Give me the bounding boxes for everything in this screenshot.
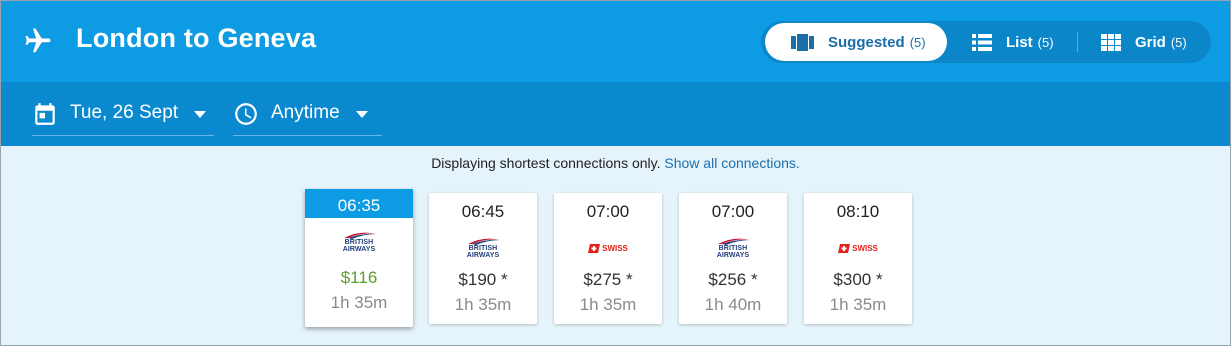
- time-selector[interactable]: Anytime: [233, 97, 382, 136]
- grid-icon: [1101, 33, 1121, 51]
- date-selector[interactable]: Tue, 26 Sept: [32, 97, 214, 136]
- flight-duration: 1h 40m: [704, 295, 762, 314]
- swiss-logo-text: SWISS: [852, 243, 878, 253]
- flight-duration: 1h 35m: [579, 295, 637, 314]
- app-frame: London to Geneva Suggested (5) List (5): [0, 0, 1231, 346]
- speedmarque-icon: [344, 232, 376, 239]
- swiss-flag-icon: [588, 243, 601, 253]
- chevron-down-icon: [355, 111, 368, 118]
- airplane-icon: [25, 28, 51, 53]
- results-area: Displaying shortest connections only. Sh…: [1, 146, 1230, 345]
- ba-logo-line1: BRITISH: [718, 244, 748, 252]
- flight-card[interactable]: 07:00 SWISS $275 * 1h 35m: [554, 193, 662, 324]
- view-divider: [1077, 32, 1078, 52]
- ba-logo-line2: AIRWAYS: [466, 251, 500, 259]
- header-bar: London to Geneva Suggested (5) List (5): [1, 1, 1230, 82]
- swiss-logo: SWISS: [554, 233, 662, 263]
- flight-card[interactable]: 08:10 SWISS $300 * 1h 35m: [804, 193, 912, 324]
- flight-duration: 1h 35m: [454, 295, 512, 314]
- view-list-button[interactable]: List (5): [972, 23, 1072, 61]
- ba-logo-line2: AIRWAYS: [716, 251, 750, 259]
- date-value: Tue, 26 Sept: [70, 102, 179, 123]
- british-airways-logo: BRITISH AIRWAYS: [679, 233, 787, 263]
- speedmarque-icon: [718, 238, 750, 245]
- view-suggested-button[interactable]: Suggested (5): [765, 23, 947, 61]
- departure-time: 08:10: [836, 202, 880, 221]
- view-list-label: List: [1006, 33, 1033, 51]
- flight-price: $116: [340, 268, 378, 287]
- clock-icon: [235, 103, 257, 125]
- ba-logo-line2: AIRWAYS: [342, 245, 376, 253]
- flight-card[interactable]: 06:35 BRITISH AIRWAYS $116 1h 35m: [305, 189, 413, 327]
- flight-card[interactable]: 07:00 BRITISH AIRWAYS $256 * 1h 40m: [679, 193, 787, 324]
- chevron-down-icon: [194, 111, 207, 118]
- view-grid-button[interactable]: Grid (5): [1101, 23, 1201, 61]
- flight-duration: 1h 35m: [330, 293, 388, 312]
- flight-price: $275 *: [583, 270, 633, 289]
- flight-card[interactable]: 06:45 BRITISH AIRWAYS $190 * 1h 35m: [429, 193, 537, 324]
- departure-time: 07:00: [711, 202, 755, 221]
- calendar-icon: [35, 103, 55, 125]
- show-all-connections-link[interactable]: Show all connections.: [664, 155, 799, 171]
- cards-icon: [791, 33, 814, 51]
- view-suggested-count: (5): [909, 34, 926, 50]
- view-mode-toggle: Suggested (5) List (5) Grid (5): [761, 21, 1211, 63]
- swiss-logo: SWISS: [804, 233, 912, 263]
- view-suggested-label: Suggested: [828, 33, 905, 51]
- view-list-count: (5): [1037, 34, 1054, 50]
- departure-time: 06:35: [305, 189, 413, 218]
- swiss-flag-icon: [838, 243, 851, 253]
- ba-logo-line1: BRITISH: [344, 238, 374, 246]
- filter-bar: Tue, 26 Sept Anytime: [1, 82, 1230, 146]
- speedmarque-icon: [468, 238, 500, 245]
- departure-time: 06:45: [461, 202, 505, 221]
- swiss-logo-text: SWISS: [602, 243, 628, 253]
- view-grid-count: (5): [1170, 34, 1187, 50]
- flight-price: $190 *: [458, 270, 508, 289]
- list-icon: [972, 33, 992, 51]
- results-notice: Displaying shortest connections only. Sh…: [1, 155, 1230, 171]
- british-airways-logo: BRITISH AIRWAYS: [305, 227, 413, 257]
- flight-price: $256 *: [708, 270, 758, 289]
- time-value: Anytime: [271, 102, 340, 123]
- flight-duration: 1h 35m: [829, 295, 887, 314]
- ba-logo-line1: BRITISH: [468, 244, 498, 252]
- departure-time: 07:00: [586, 202, 630, 221]
- british-airways-logo: BRITISH AIRWAYS: [429, 233, 537, 263]
- notice-text: Displaying shortest connections only.: [431, 155, 661, 171]
- flight-price: $300 *: [833, 270, 883, 289]
- view-grid-label: Grid: [1135, 33, 1166, 51]
- page-title: London to Geneva: [76, 23, 317, 53]
